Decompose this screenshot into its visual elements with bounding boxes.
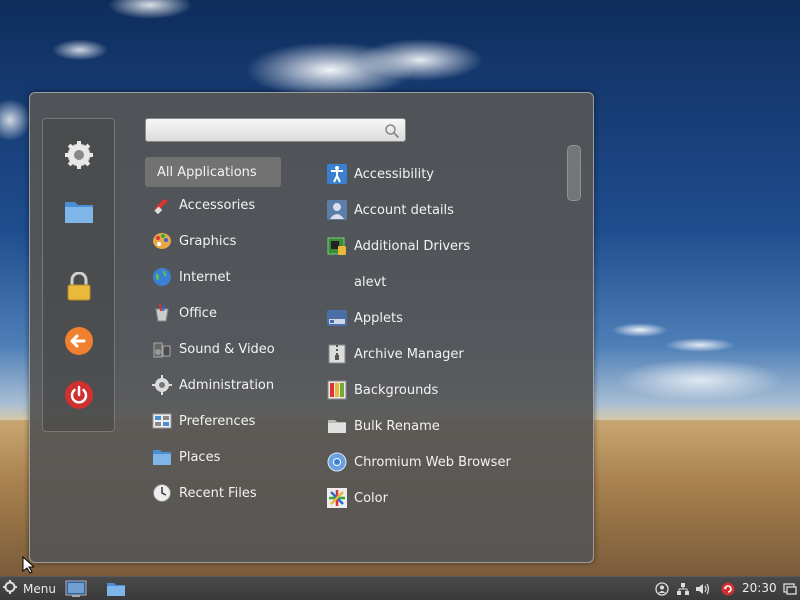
category-administration[interactable]: Administration <box>145 370 281 400</box>
category-internet[interactable]: Internet <box>145 262 281 292</box>
category-label: Accessories <box>179 197 256 213</box>
app-archive-manager[interactable]: Archive Manager <box>326 339 556 369</box>
category-sound-video[interactable]: Sound & Video <box>145 334 281 364</box>
chromium-icon <box>326 451 348 473</box>
globe-icon <box>151 266 173 288</box>
lock-icon <box>67 272 91 301</box>
tray-update-manager[interactable] <box>720 577 736 600</box>
backgrounds-icon <box>326 379 348 401</box>
category-label: Recent Files <box>179 485 257 501</box>
tray-window-list[interactable] <box>782 577 798 600</box>
applets-icon <box>326 307 348 329</box>
app-label: Backgrounds <box>354 382 439 398</box>
category-label: Graphics <box>179 233 237 249</box>
app-additional-drivers[interactable]: Additional Drivers <box>326 231 556 261</box>
clock-icon <box>151 482 173 504</box>
app-label: Accessibility <box>354 166 434 182</box>
app-label: Account details <box>354 202 454 218</box>
folder-icon <box>65 202 93 223</box>
category-recent-files[interactable]: Recent Files <box>145 478 281 508</box>
category-all-applications[interactable]: All Applications <box>145 157 281 187</box>
user-account-icon <box>326 199 348 221</box>
gear-icon <box>151 374 173 396</box>
app-accessibility[interactable]: Accessibility <box>326 159 556 189</box>
color-icon <box>326 487 348 509</box>
update-icon <box>721 582 735 595</box>
accessibility-icon <box>326 163 348 185</box>
category-preferences[interactable]: Preferences <box>145 406 281 436</box>
favorite-home-folder[interactable] <box>61 193 97 229</box>
search-input[interactable] <box>150 121 384 139</box>
office-icon <box>151 302 173 324</box>
app-label: Color <box>354 490 388 506</box>
app-label: Bulk Rename <box>354 418 440 434</box>
category-places[interactable]: Places <box>145 442 281 472</box>
folder-icon <box>107 583 125 596</box>
archive-icon <box>326 343 348 365</box>
scrollbar-thumb[interactable] <box>567 145 581 201</box>
app-label: Additional Drivers <box>354 238 471 254</box>
accessories-icon <box>151 194 173 216</box>
favorite-logout[interactable] <box>61 323 97 359</box>
settings-gear-icon <box>65 141 93 169</box>
network-icon <box>677 582 689 595</box>
app-applets[interactable]: Applets <box>326 303 556 333</box>
volume-icon <box>696 583 709 594</box>
favorite-shutdown[interactable] <box>61 377 97 413</box>
preferences-icon <box>151 410 173 432</box>
category-accessories[interactable]: Accessories <box>145 190 281 220</box>
app-list-scrollbar[interactable] <box>567 145 581 545</box>
drivers-chip-icon <box>326 235 348 257</box>
category-label: Administration <box>179 377 275 393</box>
logout-arrow-icon <box>65 327 93 355</box>
clock[interactable]: 20:30 <box>742 577 777 600</box>
app-account-details[interactable]: Account details <box>326 195 556 225</box>
category-label: Places <box>179 449 221 465</box>
category-label: Office <box>179 305 217 321</box>
tray-volume[interactable] <box>694 577 710 600</box>
category-label: Sound & Video <box>179 341 275 357</box>
favorite-lock-screen[interactable] <box>61 269 97 305</box>
app-label: alevt <box>354 274 387 290</box>
app-bulk-rename[interactable]: Bulk Rename <box>326 411 556 441</box>
mouse-cursor-icon <box>22 556 34 574</box>
folder-icon <box>151 446 173 468</box>
file-manager-launcher[interactable] <box>105 579 127 599</box>
desktop-icon <box>65 580 87 597</box>
power-icon <box>65 381 93 409</box>
menu-gear-icon <box>3 580 17 597</box>
category-label: All Applications <box>157 164 257 180</box>
app-chromium-web-browser[interactable]: Chromium Web Browser <box>326 447 556 477</box>
window-list-icon <box>783 582 797 595</box>
app-color[interactable]: Color <box>326 483 556 513</box>
tray-network[interactable] <box>675 577 691 600</box>
category-label: Preferences <box>179 413 256 429</box>
folder-rename-icon <box>326 415 348 437</box>
multimedia-icon <box>151 338 173 360</box>
app-label: Applets <box>354 310 403 326</box>
app-alevt[interactable]: alevt <box>326 267 556 297</box>
category-office[interactable]: Office <box>145 298 281 328</box>
menu-label: Menu <box>23 581 56 596</box>
search-icon <box>385 124 399 138</box>
favorite-system-settings[interactable] <box>61 137 97 173</box>
favorites-column <box>42 118 115 432</box>
category-label: Internet <box>179 269 231 285</box>
graphics-palette-icon <box>151 230 173 252</box>
show-desktop-launcher[interactable] <box>65 579 87 599</box>
search-box <box>145 118 406 142</box>
app-label: Chromium Web Browser <box>354 454 511 470</box>
menu-button[interactable]: Menu <box>0 577 60 600</box>
category-graphics[interactable]: Graphics <box>145 226 281 256</box>
tray-user-status[interactable] <box>654 577 670 600</box>
app-label: Archive Manager <box>354 346 464 362</box>
application-menu: All Applications Accessories Graphics In… <box>29 92 594 563</box>
app-backgrounds[interactable]: Backgrounds <box>326 375 556 405</box>
taskbar: Menu 20:30 <box>0 576 800 600</box>
user-status-icon <box>655 581 669 596</box>
